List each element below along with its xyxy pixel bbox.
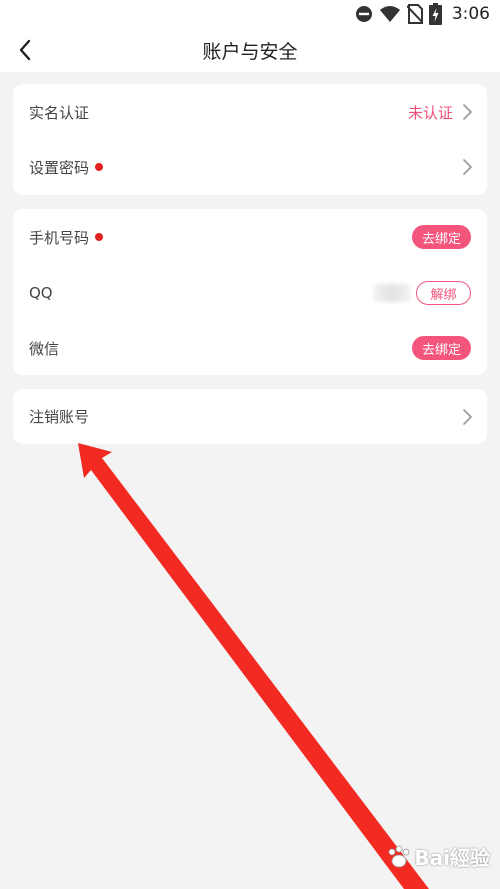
real-name-status: 未认证: [407, 103, 453, 122]
status-icons: 3:06: [355, 3, 490, 25]
wechat-row: 微信 去绑定: [13, 320, 487, 376]
qq-row: QQ 解绑: [13, 265, 487, 321]
blurred-account-name: [374, 284, 410, 302]
wifi-icon: [379, 6, 400, 22]
red-dot-badge: [95, 233, 103, 241]
page-title: 账户与安全: [202, 41, 298, 63]
chevron-right-icon: [463, 408, 472, 425]
status-time: 3:06: [451, 4, 490, 24]
bind-wechat-button[interactable]: 去绑定: [412, 336, 471, 360]
phone-label: 手机号码: [29, 228, 90, 247]
qq-label: QQ: [29, 284, 53, 302]
cancel-account-label: 注销账号: [29, 408, 90, 426]
bindings-card: 手机号码 去绑定 QQ 解绑 微信 去绑定: [13, 209, 487, 375]
chevron-right-icon: [463, 104, 472, 120]
real-name-auth-row[interactable]: 实名认证 未认证: [13, 84, 487, 140]
status-bar: 3:06: [0, 0, 500, 28]
app-header: 账户与安全: [0, 28, 500, 72]
do-not-disturb-icon: [355, 6, 372, 22]
cancel-account-row[interactable]: 注销账号: [13, 389, 487, 444]
chevron-right-icon: [463, 159, 472, 175]
cancel-account-card: 注销账号: [13, 389, 487, 444]
wechat-label: 微信: [29, 339, 60, 358]
no-sim-icon: [406, 4, 423, 24]
paw-logo-icon: [388, 845, 410, 867]
red-dot-badge: [95, 163, 103, 171]
set-password-row[interactable]: 设置密码: [13, 139, 487, 195]
phone-row: 手机号码 去绑定: [13, 209, 487, 265]
set-password-label: 设置密码: [29, 158, 90, 177]
bind-phone-button[interactable]: 去绑定: [412, 225, 471, 249]
watermark-text: Bai經验: [414, 846, 490, 870]
identity-card: 实名认证 未认证 设置密码: [13, 84, 487, 195]
watermark: Bai經验: [386, 842, 490, 871]
battery-charging-icon: [428, 3, 442, 25]
unbind-qq-button[interactable]: 解绑: [416, 281, 471, 305]
real-name-auth-label: 实名认证: [29, 103, 90, 122]
